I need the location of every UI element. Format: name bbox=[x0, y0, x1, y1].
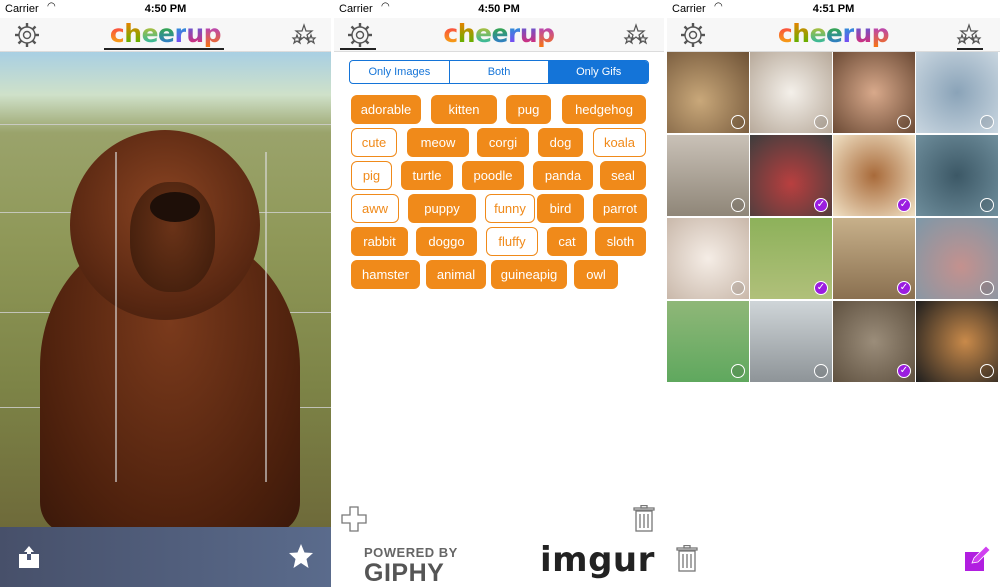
gif-thumbnail[interactable] bbox=[916, 301, 998, 382]
stars-icon[interactable] bbox=[955, 21, 983, 49]
nav-bar: cheerup bbox=[334, 18, 664, 52]
unchecked-circle-icon[interactable] bbox=[731, 115, 745, 129]
unchecked-circle-icon[interactable] bbox=[731, 281, 745, 295]
gif-thumbnail[interactable] bbox=[667, 135, 749, 216]
gif-thumbnail[interactable] bbox=[667, 52, 749, 133]
stars-icon[interactable] bbox=[290, 21, 318, 49]
tag-funny[interactable]: funny bbox=[485, 194, 535, 223]
gif-thumbnail[interactable]: ✓ bbox=[833, 135, 915, 216]
checkmark-icon[interactable]: ✓ bbox=[897, 198, 911, 212]
screen-photo-viewer: Carrier ◠ 4:50 PM cheerup bbox=[0, 0, 331, 587]
tag-puppy[interactable]: puppy bbox=[408, 194, 476, 223]
star-icon[interactable] bbox=[287, 542, 315, 570]
tag-poodle[interactable]: poodle bbox=[462, 161, 524, 190]
logo-underline bbox=[104, 48, 224, 50]
unchecked-circle-icon[interactable] bbox=[731, 198, 745, 212]
tag-panda[interactable]: panda bbox=[533, 161, 593, 190]
screen-gallery-grid: Carrier ◠ 4:51 PM cheerup ✓ ✓ ✓ ✓ ✓ bbox=[667, 0, 1000, 587]
gif-thumbnail[interactable] bbox=[916, 135, 998, 216]
gif-thumbnail[interactable]: ✓ bbox=[750, 135, 832, 216]
stars-icon[interactable] bbox=[622, 21, 650, 49]
trash-icon[interactable] bbox=[632, 504, 656, 533]
gif-thumbnail[interactable] bbox=[916, 218, 998, 299]
gif-thumbnail[interactable]: ✓ bbox=[833, 218, 915, 299]
plus-icon[interactable] bbox=[340, 505, 368, 533]
unchecked-circle-icon[interactable] bbox=[980, 198, 994, 212]
segment-both[interactable]: Both bbox=[448, 61, 549, 83]
tag-rabbit[interactable]: rabbit bbox=[351, 227, 408, 256]
nav-bar: cheerup bbox=[667, 18, 1000, 52]
imgur-logo: imgur bbox=[540, 540, 655, 580]
tag-seal[interactable]: seal bbox=[600, 161, 646, 190]
app-logo: cheerup bbox=[777, 19, 890, 48]
gif-thumbnail[interactable] bbox=[750, 301, 832, 382]
share-icon[interactable] bbox=[16, 544, 42, 570]
nav-bar: cheerup bbox=[0, 18, 331, 52]
status-bar: Carrier ◠ 4:51 PM bbox=[667, 0, 1000, 18]
unchecked-circle-icon[interactable] bbox=[980, 281, 994, 295]
tag-koala[interactable]: koala bbox=[593, 128, 646, 157]
status-bar: Carrier ◠ 4:50 PM bbox=[334, 0, 664, 18]
app-logo: cheerup bbox=[109, 19, 222, 48]
edit-icon[interactable] bbox=[964, 545, 991, 572]
checkmark-icon[interactable]: ✓ bbox=[897, 281, 911, 295]
tag-turtle[interactable]: turtle bbox=[401, 161, 453, 190]
status-time: 4:50 PM bbox=[478, 3, 520, 15]
tag-cute[interactable]: cute bbox=[351, 128, 397, 157]
gif-thumbnail[interactable]: ✓ bbox=[750, 218, 832, 299]
tag-hedgehog[interactable]: hedgehog bbox=[562, 95, 646, 124]
tag-doggo[interactable]: doggo bbox=[416, 227, 477, 256]
app-logo: cheerup bbox=[443, 19, 555, 48]
gif-thumbnail[interactable] bbox=[750, 52, 832, 133]
tag-hamster[interactable]: hamster bbox=[351, 260, 420, 289]
segment-only-gifs[interactable]: Only Gifs bbox=[548, 61, 648, 83]
unchecked-circle-icon[interactable] bbox=[814, 115, 828, 129]
tag-cat[interactable]: cat bbox=[547, 227, 587, 256]
gif-thumbnail[interactable] bbox=[916, 52, 998, 133]
tag-animal[interactable]: animal bbox=[426, 260, 486, 289]
unchecked-circle-icon[interactable] bbox=[980, 364, 994, 378]
unchecked-circle-icon[interactable] bbox=[731, 364, 745, 378]
tag-adorable[interactable]: adorable bbox=[351, 95, 421, 124]
giphy-logo: POWERED BY GIPHY bbox=[364, 545, 458, 587]
gif-thumbnail[interactable] bbox=[667, 301, 749, 382]
gif-grid: ✓ ✓ ✓ ✓ ✓ bbox=[667, 52, 1000, 382]
tag-corgi[interactable]: corgi bbox=[477, 128, 529, 157]
status-time: 4:50 PM bbox=[144, 3, 187, 15]
tag-dog[interactable]: dog bbox=[538, 128, 583, 157]
gif-thumbnail[interactable]: ✓ bbox=[833, 301, 915, 382]
tag-kitten[interactable]: kitten bbox=[431, 95, 497, 124]
trash-icon[interactable] bbox=[675, 544, 699, 573]
tag-sloth[interactable]: sloth bbox=[595, 227, 646, 256]
unchecked-circle-icon[interactable] bbox=[814, 364, 828, 378]
status-time: 4:51 PM bbox=[812, 3, 855, 15]
checkmark-icon[interactable]: ✓ bbox=[814, 281, 828, 295]
tag-meow[interactable]: meow bbox=[407, 128, 469, 157]
gif-thumbnail[interactable] bbox=[667, 218, 749, 299]
alpaca-photo bbox=[0, 52, 331, 532]
unchecked-circle-icon[interactable] bbox=[897, 115, 911, 129]
screen-tags: Carrier ◠ 4:50 PM cheerup Only Images Bo… bbox=[334, 0, 664, 587]
tag-fluffy[interactable]: fluffy bbox=[486, 227, 538, 256]
photo-toolbar bbox=[0, 527, 331, 587]
checkmark-icon[interactable]: ✓ bbox=[897, 364, 911, 378]
tag-aww[interactable]: aww bbox=[351, 194, 399, 223]
media-type-segmented-control: Only Images Both Only Gifs bbox=[349, 60, 649, 84]
tag-guineapig[interactable]: guineapig bbox=[491, 260, 567, 289]
tag-pig[interactable]: pig bbox=[351, 161, 392, 190]
unchecked-circle-icon[interactable] bbox=[980, 115, 994, 129]
stars-underline bbox=[957, 48, 983, 50]
tag-owl[interactable]: owl bbox=[574, 260, 618, 289]
segment-only-images[interactable]: Only Images bbox=[350, 61, 449, 83]
tag-pug[interactable]: pug bbox=[506, 95, 551, 124]
status-bar: Carrier ◠ 4:50 PM bbox=[0, 0, 331, 18]
tag-parrot[interactable]: parrot bbox=[593, 194, 647, 223]
checkmark-icon[interactable]: ✓ bbox=[814, 198, 828, 212]
gif-thumbnail[interactable] bbox=[833, 52, 915, 133]
tag-bird[interactable]: bird bbox=[537, 194, 584, 223]
